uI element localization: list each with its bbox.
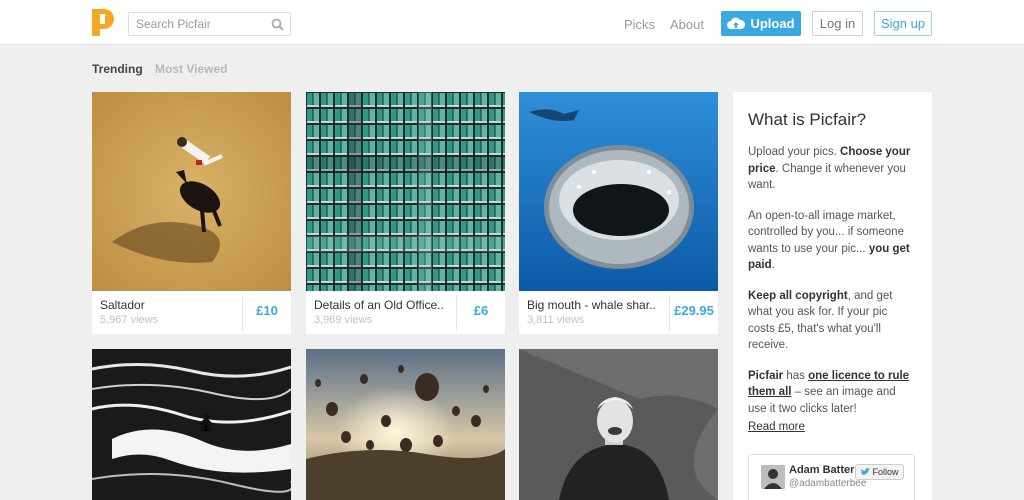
card-title[interactable]: Big mouth - whale shar.. bbox=[527, 298, 667, 312]
twitter-bird-icon bbox=[860, 468, 871, 475]
site-header: Picks About Upload Log in Sign up bbox=[0, 0, 1024, 45]
nav-picks-link[interactable]: Picks bbox=[624, 17, 655, 32]
login-button[interactable]: Log in bbox=[812, 11, 863, 36]
tab-most-viewed[interactable]: Most Viewed bbox=[155, 62, 227, 76]
card-price[interactable]: £6 bbox=[457, 303, 505, 318]
search-icon[interactable] bbox=[271, 18, 284, 31]
twitter-widget: Adam Batter @adambatterbee Follow bbox=[748, 454, 915, 500]
avatar[interactable] bbox=[761, 465, 785, 489]
photo-whale-shark[interactable] bbox=[519, 92, 718, 291]
sidebar-paragraph: Picfair has one licence to rule them all… bbox=[748, 369, 910, 415]
signup-button[interactable]: Sign up bbox=[874, 11, 932, 36]
picfair-logo-icon[interactable] bbox=[92, 9, 114, 36]
card-info: Details of an Old Office.. 3,969 views £… bbox=[306, 291, 505, 334]
card-title[interactable]: Saltador bbox=[100, 298, 245, 312]
sidebar-paragraph: An open-to-all image market, controlled … bbox=[748, 209, 910, 272]
photo-saltador[interactable] bbox=[92, 92, 291, 291]
nav-about-link[interactable]: About bbox=[670, 17, 704, 32]
tab-trending[interactable]: Trending bbox=[92, 62, 143, 76]
signup-label: Sign up bbox=[880, 16, 926, 31]
card-price[interactable]: £10 bbox=[243, 303, 291, 318]
photo-portrait[interactable] bbox=[519, 349, 718, 500]
card-views: 3,969 views bbox=[314, 314, 373, 326]
person-icon bbox=[761, 465, 785, 489]
search-box bbox=[128, 12, 291, 36]
card-price[interactable]: £29.95 bbox=[670, 303, 718, 318]
follow-button[interactable]: Follow bbox=[855, 464, 904, 480]
upload-label: Upload bbox=[750, 16, 795, 31]
about-sidebar: What is Picfair? Upload your pics. Choos… bbox=[733, 92, 932, 500]
sidebar-title: What is Picfair? bbox=[748, 110, 867, 129]
photo-card[interactable]: Details of an Old Office.. 3,969 views £… bbox=[306, 92, 505, 334]
sidebar-paragraph: Keep all copyright, and get what you ask… bbox=[748, 289, 893, 352]
photo-balloons[interactable] bbox=[306, 349, 505, 500]
photo-card[interactable]: Big mouth - whale shar.. 3,811 views £29… bbox=[519, 92, 718, 334]
card-info: Saltador 5,967 views £10 bbox=[92, 291, 291, 334]
card-info: Big mouth - whale shar.. 3,811 views £29… bbox=[519, 291, 718, 334]
cloud-upload-icon bbox=[727, 17, 746, 29]
search-input[interactable] bbox=[129, 13, 264, 35]
twitter-handle: @adambatterbee bbox=[789, 478, 867, 489]
card-views: 3,811 views bbox=[527, 314, 585, 326]
twitter-name[interactable]: Adam Batter bbox=[789, 464, 854, 476]
card-title[interactable]: Details of an Old Office.. bbox=[314, 298, 459, 312]
sidebar-paragraph: Upload your pics. Choose your price. Cha… bbox=[748, 146, 911, 191]
upload-button[interactable]: Upload bbox=[721, 11, 801, 36]
card-views: 5,967 views bbox=[100, 314, 159, 326]
follow-label: Follow bbox=[872, 467, 899, 477]
photo-old-office[interactable] bbox=[306, 92, 505, 291]
read-more-link[interactable]: Read more bbox=[748, 421, 805, 433]
photo-card[interactable]: Saltador 5,967 views £10 bbox=[92, 92, 291, 334]
photo-surfer[interactable] bbox=[92, 349, 291, 500]
login-label: Log in bbox=[819, 16, 856, 31]
